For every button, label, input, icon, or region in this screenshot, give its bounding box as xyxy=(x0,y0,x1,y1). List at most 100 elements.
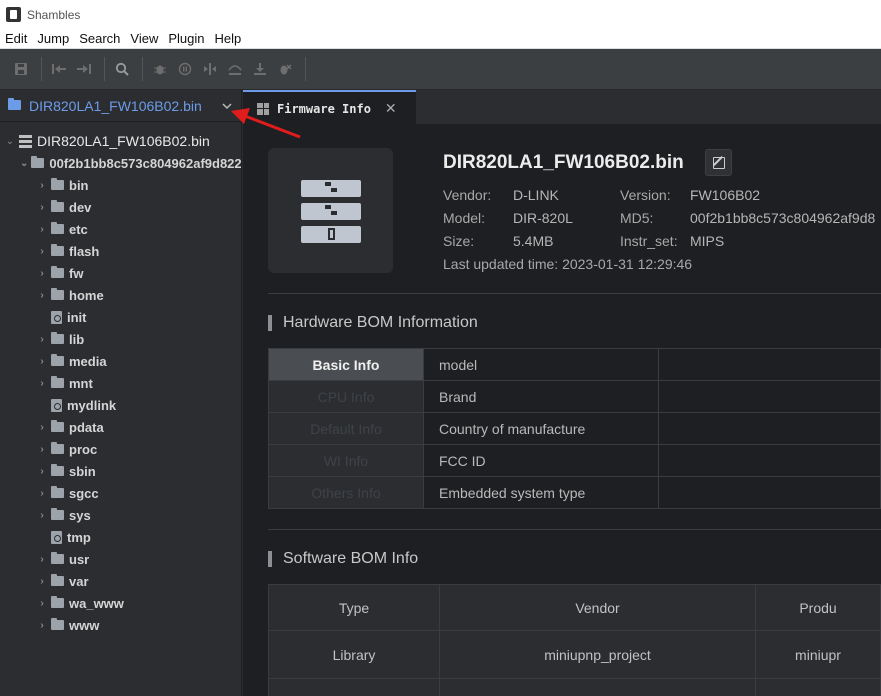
hw-field-label: Brand xyxy=(423,380,659,413)
toolbar-divider xyxy=(305,57,306,81)
tree-item-usr[interactable]: › usr xyxy=(0,548,241,570)
hw-field-value xyxy=(658,348,881,381)
chevron-icon[interactable]: › xyxy=(36,180,48,191)
column-header-product[interactable]: Produ xyxy=(755,584,881,631)
tree-item-sbin[interactable]: › sbin xyxy=(0,460,241,482)
chevron-down-icon[interactable] xyxy=(213,99,241,113)
hw-tab-others-info[interactable]: Others Info xyxy=(268,476,424,509)
menu-jump[interactable]: Jump xyxy=(32,29,74,49)
folder-icon xyxy=(51,486,64,498)
tree-item-bin[interactable]: › bin xyxy=(0,174,241,196)
table-row: WI Info FCC ID xyxy=(268,444,881,477)
folder-icon xyxy=(51,420,64,432)
chevron-icon[interactable]: › xyxy=(36,488,48,499)
tree-item-subfolder[interactable]: ⌄ 00f2b1bb8c573c804962af9d822 xyxy=(0,152,241,174)
hw-field-value xyxy=(658,380,881,413)
stop-debug-icon[interactable] xyxy=(274,58,296,80)
step-icon[interactable] xyxy=(199,58,221,80)
table-row: Default Info Country of manufacture xyxy=(268,412,881,445)
table-row[interactable]: Library miniupnp_project miniupr xyxy=(268,630,881,679)
chevron-icon[interactable]: › xyxy=(36,554,48,565)
chevron-icon[interactable]: › xyxy=(36,290,48,301)
chevron-icon[interactable]: › xyxy=(36,268,48,279)
app-icon xyxy=(6,7,21,22)
hw-field-label: FCC ID xyxy=(423,444,659,477)
menu-help[interactable]: Help xyxy=(210,29,247,49)
chevron-icon[interactable]: › xyxy=(36,444,48,455)
tree-item-fw[interactable]: › fw xyxy=(0,262,241,284)
edit-button[interactable] xyxy=(705,149,732,176)
chevron-icon[interactable]: › xyxy=(36,598,48,609)
column-header-type[interactable]: Type xyxy=(268,584,440,631)
tree-item-mnt[interactable]: › mnt xyxy=(0,372,241,394)
cell-product xyxy=(755,678,881,696)
archive-icon xyxy=(301,178,361,244)
tree-item-lib[interactable]: › lib xyxy=(0,328,241,350)
cell-vendor: miniupnp_project xyxy=(439,630,756,679)
chevron-icon[interactable]: › xyxy=(36,620,48,631)
chevron-icon[interactable]: › xyxy=(36,466,48,477)
jump-back-icon[interactable] xyxy=(48,58,70,80)
hardware-section-title: Hardware BOM Information xyxy=(268,315,478,331)
chevron-icon[interactable]: › xyxy=(36,422,48,433)
tree-item-label: proc xyxy=(69,441,98,457)
tree-item-mydlink[interactable]: mydlink xyxy=(0,394,241,416)
tree-item-media[interactable]: › media xyxy=(0,350,241,372)
tree-root[interactable]: ⌄ DIR820LA1_FW106B02.bin xyxy=(0,130,241,152)
tree-item-label: mnt xyxy=(69,375,93,391)
chevron-icon[interactable]: › xyxy=(36,576,48,587)
hw-tab-basic-info[interactable]: Basic Info xyxy=(268,348,424,381)
jump-forward-icon[interactable] xyxy=(73,58,95,80)
tree-item-label: wa_www xyxy=(69,595,124,611)
tree-item-label: 00f2b1bb8c573c804962af9d822 xyxy=(49,155,242,171)
tree-item-etc[interactable]: › etc xyxy=(0,218,241,240)
search-icon[interactable] xyxy=(111,58,133,80)
tree-item-flash[interactable]: › flash xyxy=(0,240,241,262)
close-icon[interactable]: ✕ xyxy=(385,100,397,117)
tree-item-init[interactable]: init xyxy=(0,306,241,328)
tree-item-dev[interactable]: › dev xyxy=(0,196,241,218)
folder-icon xyxy=(51,376,64,388)
menu-view[interactable]: View xyxy=(125,29,163,49)
cell-product: miniupr xyxy=(755,630,881,679)
tab-firmware-info[interactable]: Firmware Info ✕ xyxy=(243,90,416,125)
menu-plugin[interactable]: Plugin xyxy=(163,29,209,49)
tree-item-pdata[interactable]: › pdata xyxy=(0,416,241,438)
pause-icon[interactable] xyxy=(174,58,196,80)
chevron-icon[interactable]: › xyxy=(36,334,48,345)
project-selector[interactable]: DIR820LA1_FW106B02.bin xyxy=(0,90,241,122)
tree-item-www[interactable]: › www xyxy=(0,614,241,636)
tree-item-sys[interactable]: › sys xyxy=(0,504,241,526)
menu-search[interactable]: Search xyxy=(74,29,125,49)
table-row[interactable] xyxy=(268,678,881,696)
chevron-icon[interactable]: › xyxy=(36,356,48,367)
chevron-icon[interactable]: › xyxy=(36,202,48,213)
chevron-icon[interactable]: › xyxy=(36,224,48,235)
chevron-icon[interactable]: ⌄ xyxy=(4,136,16,147)
tree-item-sgcc[interactable]: › sgcc xyxy=(0,482,241,504)
tree-item-var[interactable]: › var xyxy=(0,570,241,592)
save-icon[interactable] xyxy=(10,58,32,80)
hw-tab-cpu-info[interactable]: CPU Info xyxy=(268,380,424,413)
chevron-icon[interactable]: ⌄ xyxy=(20,158,28,169)
menu-edit[interactable]: Edit xyxy=(0,29,32,49)
tree-item-tmp[interactable]: tmp xyxy=(0,526,241,548)
chevron-icon[interactable]: › xyxy=(36,246,48,257)
divider xyxy=(268,529,881,530)
tree-item-wa-www[interactable]: › wa_www xyxy=(0,592,241,614)
tree-item-label: www xyxy=(69,617,100,633)
hw-tab-default-info[interactable]: Default Info xyxy=(268,412,424,445)
tree-item-label: flash xyxy=(69,243,100,259)
chevron-icon[interactable]: › xyxy=(36,378,48,389)
tree-item-label: etc xyxy=(69,221,88,237)
step-into-icon[interactable] xyxy=(249,58,271,80)
firmware-name: DIR820LA1_FW106B02.bin xyxy=(443,152,684,173)
column-header-vendor[interactable]: Vendor xyxy=(439,584,756,631)
hw-tab-wi-info[interactable]: WI Info xyxy=(268,444,424,477)
chevron-icon[interactable]: › xyxy=(36,510,48,521)
toolbar-divider xyxy=(41,57,42,81)
tree-item-proc[interactable]: › proc xyxy=(0,438,241,460)
step-over-icon[interactable] xyxy=(224,58,246,80)
tree-item-home[interactable]: › home xyxy=(0,284,241,306)
debug-bug-icon[interactable] xyxy=(149,58,171,80)
